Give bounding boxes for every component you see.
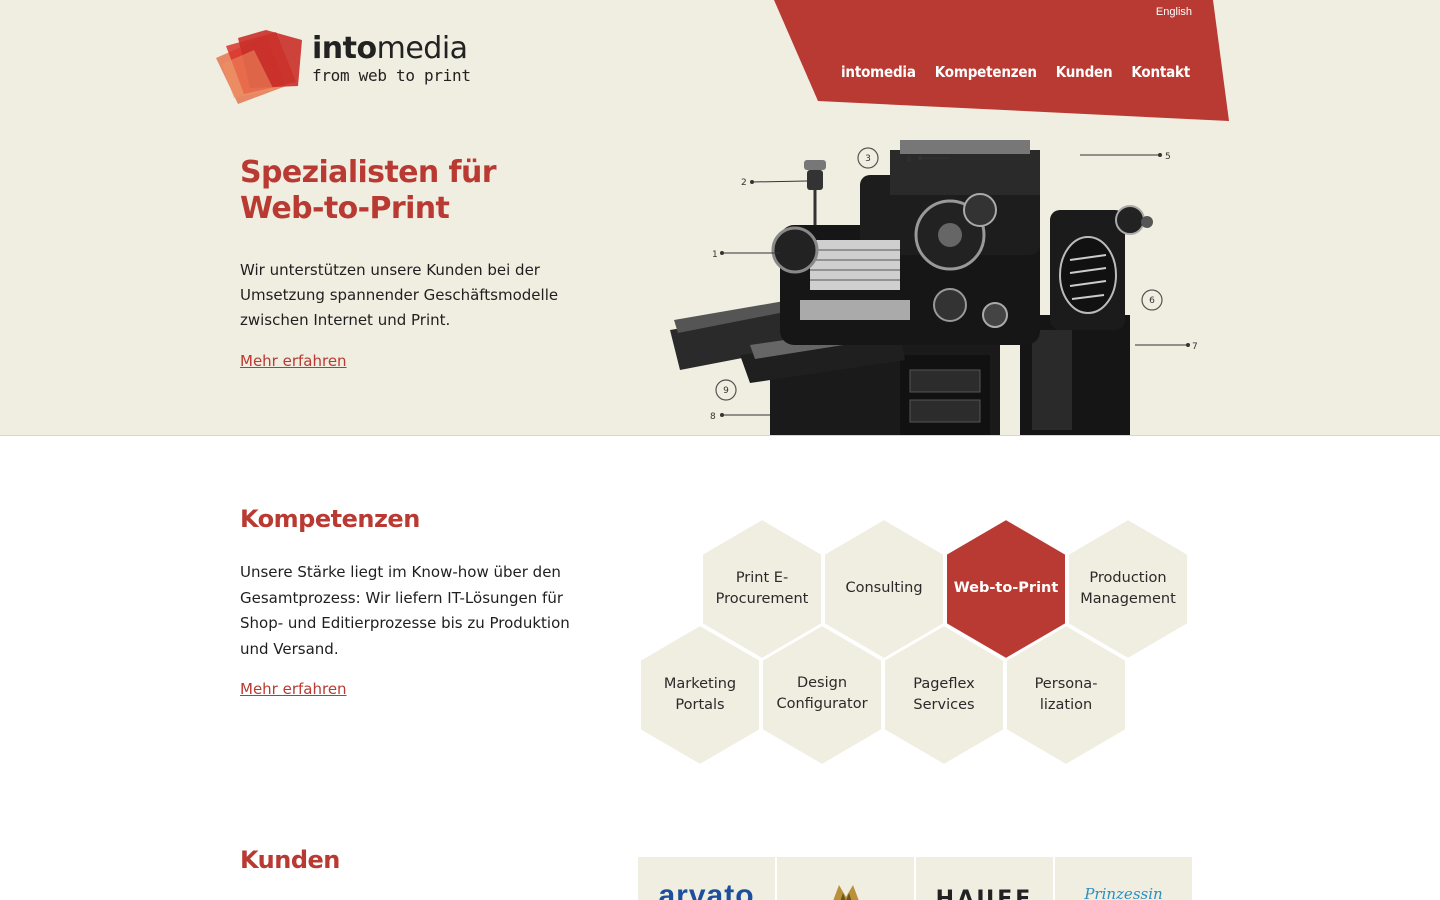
client-logo-prinzessin[interactable]: Prinzessin: [1055, 857, 1192, 900]
logo-brand: intomedia: [312, 31, 468, 66]
nav-item-kontakt[interactable]: Kontakt: [1131, 63, 1190, 81]
callout-9: 9: [723, 386, 729, 396]
hex-label-design-configurator: Design Configurator: [776, 675, 868, 712]
kompetenzen-title: Kompetenzen: [240, 505, 420, 533]
callout-1: 1: [712, 250, 718, 260]
kunden-title: Kunden: [240, 846, 340, 874]
logo-tagline: from web to print: [312, 66, 471, 85]
main-nav: intomedia Kompetenzen Kunden Kontakt: [841, 63, 1209, 81]
hex-label-consulting: Consulting: [845, 580, 923, 596]
logo-mark-icon: [216, 30, 302, 104]
callout-2: 2: [741, 178, 747, 188]
printing-press-illustration: 1 2 4 5 7 8 3 6 9: [670, 140, 1198, 435]
kompetenzen-hex-grid: Print E- Procurement Consulting Web-to-Pr…: [630, 510, 1200, 770]
callout-7: 7: [1192, 342, 1198, 352]
emblem-logo-icon: [833, 885, 859, 900]
hero-title: Spezialisten für Web-to-Print: [240, 155, 497, 226]
callout-5: 5: [1165, 152, 1171, 162]
hex-label-production-management: Production Management: [1080, 570, 1176, 607]
client-logo-arvato[interactable]: arvato: [638, 857, 777, 900]
hero-section: English intomedia Kompetenzen Kunden Kon…: [0, 0, 1440, 436]
hero-text: Wir unterstützen unsere Kunden bei der U…: [240, 261, 559, 329]
hex-label-marketing-portals: Marketing Portals: [663, 676, 737, 713]
hex-label-web-to-print: Web-to-Print: [953, 580, 1059, 596]
hero-more-link[interactable]: Mehr erfahren: [240, 352, 347, 370]
callout-4: 4: [906, 155, 912, 165]
client-logo-strip: arvato HAUFF Prinzessin: [638, 857, 1192, 900]
callout-3: 3: [865, 154, 871, 164]
callout-6: 6: [1149, 296, 1155, 306]
client-logo-hauff[interactable]: HAUFF: [916, 857, 1055, 900]
nav-item-kunden[interactable]: Kunden: [1056, 63, 1113, 81]
client-logo-emblem[interactable]: [777, 857, 916, 900]
kompetenzen-more-link[interactable]: Mehr erfahren: [240, 680, 347, 698]
hex-label-pageflex-services: Pageflex Services: [913, 676, 975, 713]
nav-item-kompetenzen[interactable]: Kompetenzen: [935, 63, 1037, 81]
language-switch[interactable]: English: [1140, 6, 1192, 18]
nav-item-intomedia[interactable]: intomedia: [841, 63, 916, 81]
callout-8: 8: [710, 412, 716, 422]
kompetenzen-text: Unsere Stärke liegt im Know-how über den…: [240, 563, 570, 658]
logo[interactable]: intomedia from web to print: [214, 28, 474, 108]
hex-label-personalization: Persona-lization: [1034, 676, 1098, 713]
hex-label-print-e-procurement: Print E- Procurement: [715, 570, 809, 607]
